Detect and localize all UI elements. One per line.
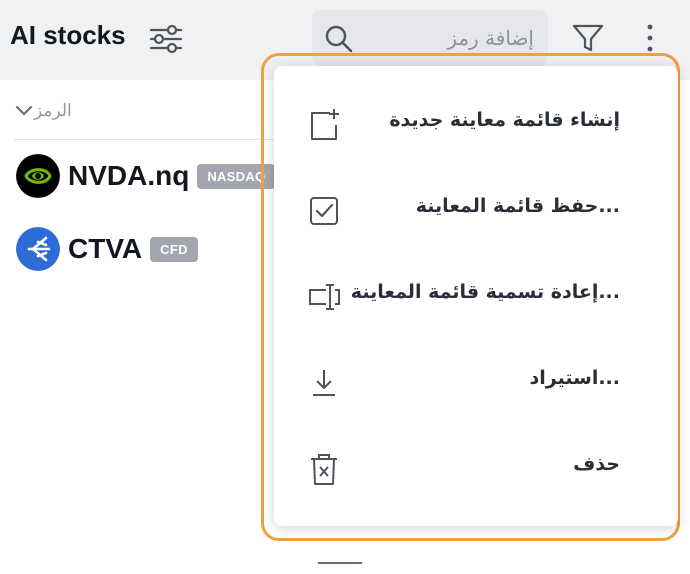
menu-item-delete[interactable]: حذف [274, 426, 678, 512]
menu-item-label: ...حفظ قائمة المعاينة [415, 195, 620, 217]
checkbox-icon [310, 197, 338, 225]
ticker-label: NVDA.nq [68, 160, 190, 191]
more-options-icon[interactable] [640, 20, 660, 56]
search-icon [325, 25, 353, 53]
trash-icon [311, 454, 337, 485]
exchange-badge: CFD [150, 236, 198, 262]
menu-item-rename-list[interactable]: ...إعادة تسمية قائمة المعاينة [274, 254, 678, 340]
chevron-down-icon [15, 105, 33, 116]
menu-item-label: حذف [573, 453, 620, 475]
menu-item-label: ...إعادة تسمية قائمة المعاينة [350, 281, 620, 303]
bottom-toolbar-edge [318, 562, 362, 574]
divider [14, 139, 274, 140]
corteva-logo [16, 227, 60, 271]
add-list-icon [311, 109, 339, 140]
menu-item-save-list[interactable]: ...حفظ قائمة المعاينة [274, 168, 678, 254]
menu-item-create-new-list[interactable]: إنشاء قائمة معاينة جديدة [274, 82, 678, 168]
ticker-label: CTVA [68, 233, 143, 264]
menu-item-import[interactable]: ...استيراد [274, 340, 678, 426]
symbol-row-nvda[interactable]: NVDA.nq NASDAQ [16, 154, 276, 198]
sliders-icon[interactable] [148, 22, 184, 56]
search-input[interactable] [364, 21, 534, 55]
download-icon [313, 370, 335, 396]
rename-icon [309, 284, 340, 310]
menu-item-label: إنشاء قائمة معاينة جديدة [389, 109, 620, 131]
symbol-row-ctva[interactable]: CTVA CFD [16, 227, 198, 271]
symbol-column-label: الرمز [34, 101, 72, 121]
nvidia-logo [16, 154, 60, 198]
symbol-column-header[interactable]: الرمز [14, 98, 104, 124]
menu-item-label: ...استيراد [529, 367, 620, 389]
watchlist-options-menu: إنشاء قائمة معاينة جديدة ...حفظ قائمة ال… [274, 66, 678, 526]
funnel-icon[interactable] [570, 20, 606, 56]
watchlist-title[interactable]: AI stocks [10, 20, 126, 51]
